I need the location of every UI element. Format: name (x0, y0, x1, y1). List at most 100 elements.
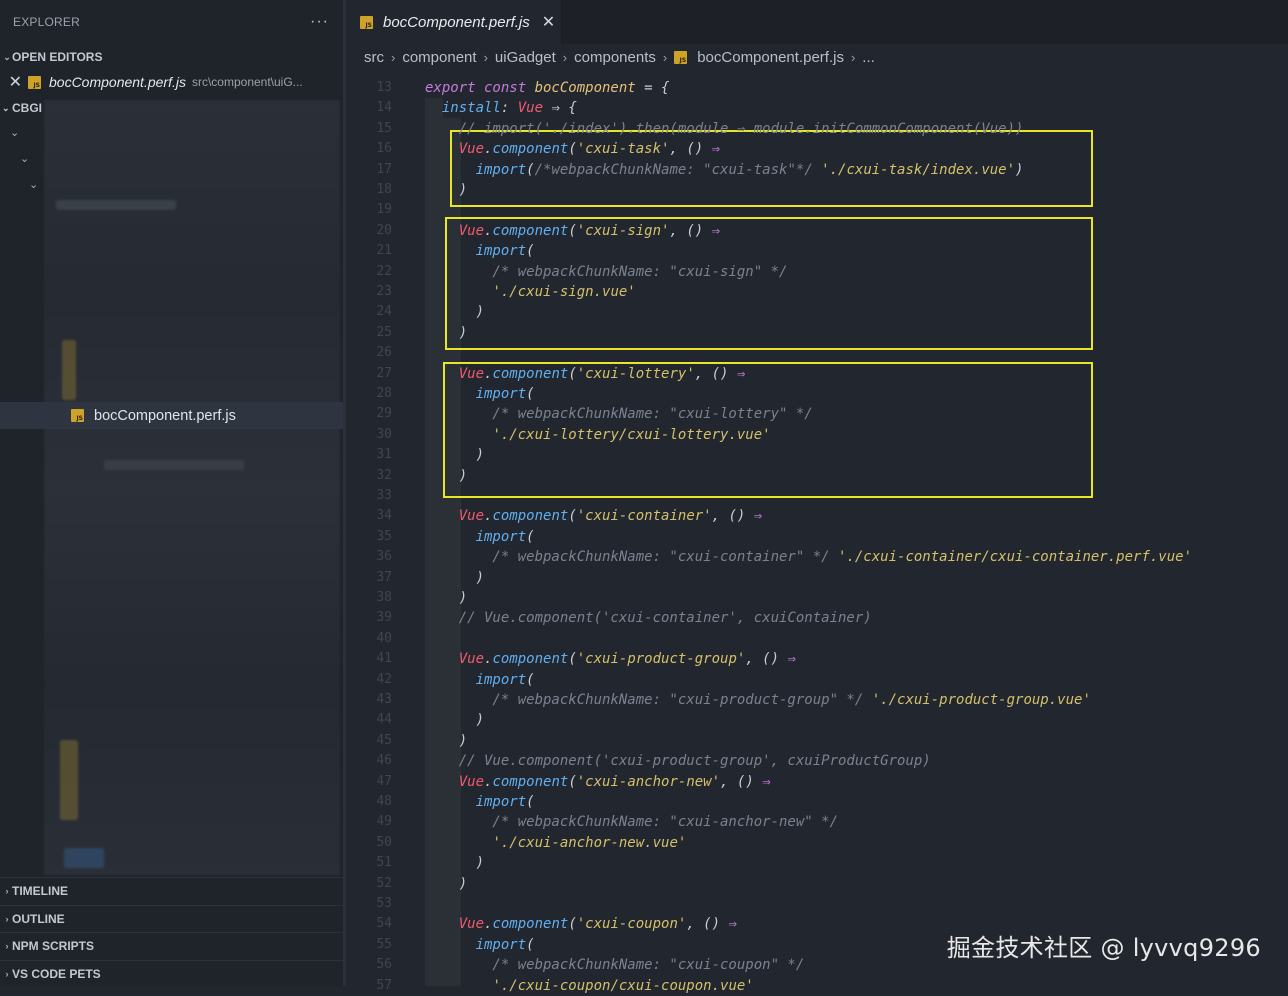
code-line[interactable]: 43 /* webpackChunkName: "cxui-product-gr… (346, 690, 1288, 710)
breadcrumb-item[interactable]: ... (862, 49, 875, 66)
code-line[interactable]: 25 ) (346, 323, 1288, 343)
breadcrumb-item[interactable]: components (574, 49, 656, 66)
breadcrumb-item[interactable]: uiGadget (495, 49, 556, 66)
npm-scripts-section[interactable]: › NPM SCRIPTS (0, 932, 343, 960)
code-line[interactable]: 40 (346, 629, 1288, 649)
code-token: install (441, 100, 501, 117)
code-line[interactable]: 14 install: Vue ⇒ { (346, 98, 1288, 118)
code-token: ⇒ { (543, 100, 577, 117)
code-line[interactable]: 20 Vue.component('cxui-sign', () ⇒ (346, 221, 1288, 241)
open-editors-section[interactable]: ⌄ OPEN EDITORS (0, 44, 343, 70)
code-line[interactable]: 26 (346, 343, 1288, 363)
code-line[interactable]: 27 Vue.component('cxui-lottery', () ⇒ (346, 364, 1288, 384)
chevron-down-icon[interactable]: ⌄ (20, 152, 29, 165)
code-line[interactable]: 44 ) (346, 710, 1288, 730)
explorer-title: EXPLORER (13, 15, 80, 29)
code-line[interactable]: 51 ) (346, 853, 1288, 873)
line-number: 47 (376, 773, 392, 789)
code-editor[interactable]: 13 export const bocComponent = {14 instal… (346, 78, 1288, 994)
code-line[interactable]: 19 (346, 200, 1288, 220)
code-line[interactable]: 33 (346, 486, 1288, 506)
code-line[interactable]: 53 (346, 894, 1288, 914)
code-token: ( (526, 936, 535, 953)
code-line[interactable]: 42 import( (346, 670, 1288, 690)
selected-file-item[interactable]: JS bocComponent.perf.js (0, 402, 343, 429)
code-token: /* webpackChunkName: "cxui-anchor-new" *… (425, 814, 839, 831)
code-line[interactable]: 31 ) (346, 445, 1288, 465)
code-token: ) (425, 569, 485, 586)
code-line[interactable]: 15 // import('./index').then(module ⇒ mo… (346, 119, 1288, 139)
code-line[interactable]: 39 // Vue.component('cxui-container', cx… (346, 608, 1288, 628)
chevron-down-icon[interactable]: ⌄ (29, 178, 38, 191)
code-text: ) (425, 731, 467, 751)
breadcrumb-item[interactable]: src (364, 49, 384, 66)
code-line[interactable]: 18 ) (346, 180, 1288, 200)
code-line[interactable]: 17 import(/*webpackChunkName: "cxui-task… (346, 160, 1288, 180)
code-line[interactable]: 48 import( (346, 792, 1288, 812)
code-token: ( (526, 386, 535, 402)
code-line[interactable]: 35 import( (346, 527, 1288, 547)
code-line[interactable]: 13 export const bocComponent = { (346, 78, 1288, 98)
code-line[interactable]: 21 import( (346, 241, 1288, 261)
breadcrumb: src › component › uiGadget › components … (346, 44, 1288, 70)
code-token: ( (568, 651, 577, 668)
code-token: ) (425, 875, 468, 892)
code-token: import (475, 671, 527, 688)
code-line[interactable]: 47 Vue.component('cxui-anchor-new', () ⇒ (346, 772, 1288, 792)
code-line[interactable]: 29 /* webpackChunkName: "cxui-lottery" *… (346, 404, 1288, 424)
close-icon[interactable]: ✕ (0, 72, 22, 92)
code-line[interactable]: 34 Vue.component('cxui-container', () ⇒ (346, 506, 1288, 526)
code-line[interactable]: 50 './cxui-anchor-new.vue' (346, 833, 1288, 853)
more-actions-icon[interactable]: ··· (310, 13, 329, 31)
breadcrumb-item[interactable]: bocComponent.perf.js (697, 49, 844, 66)
workspace-section[interactable]: ⌄ CBGI (0, 96, 42, 120)
outline-section[interactable]: › OUTLINE (0, 904, 343, 933)
code-line[interactable]: 23 './cxui-sign.vue' (346, 282, 1288, 302)
code-line[interactable]: 37 ) (346, 568, 1288, 588)
code-line[interactable]: 24 ) (346, 302, 1288, 322)
line-number: 16 (376, 141, 392, 157)
code-line[interactable]: 22 /* webpackChunkName: "cxui-sign" */ (346, 262, 1288, 282)
tab-bar: JS bocComponent.perf.js ✕ (346, 0, 1288, 44)
code-line[interactable]: 49 /* webpackChunkName: "cxui-anchor-new… (346, 812, 1288, 832)
code-token: component (492, 916, 569, 933)
open-editor-item[interactable]: ✕ JS bocComponent.perf.js src\component\… (0, 70, 343, 94)
timeline-section[interactable]: › TIMELINE (0, 877, 343, 905)
code-token: ) (425, 855, 485, 872)
code-token: export const (425, 80, 535, 96)
close-icon[interactable]: ✕ (542, 12, 555, 32)
code-text: // Vue.component('cxui-container', cxuiC… (425, 608, 872, 628)
code-line[interactable]: 30 './cxui-lottery/cxui-lottery.vue' (346, 425, 1288, 445)
code-token: ( (526, 161, 535, 178)
blurred-region (64, 848, 104, 868)
code-token: Vue (458, 508, 485, 525)
code-line[interactable]: 41 Vue.component('cxui-product-group', (… (346, 649, 1288, 669)
code-text: ) (425, 180, 467, 200)
code-line[interactable]: 32 ) (346, 466, 1288, 486)
code-line[interactable]: 36 /* webpackChunkName: "cxui-container"… (346, 547, 1288, 567)
chevron-down-icon[interactable]: ⌄ (10, 126, 19, 139)
code-token: , () (669, 222, 712, 239)
breadcrumb-item[interactable]: component (402, 49, 476, 66)
code-token: , () (686, 916, 729, 933)
code-token: 'cxui-container' (576, 508, 712, 525)
open-editors-label: OPEN EDITORS (12, 50, 103, 64)
code-line[interactable]: 28 import( (346, 384, 1288, 404)
code-token: ) (425, 590, 468, 606)
code-token: component (492, 222, 569, 239)
line-number: 27 (376, 365, 392, 381)
code-text: Vue.component('cxui-coupon', () ⇒ (425, 914, 737, 934)
vscode-pets-section[interactable]: › VS CODE PETS (0, 959, 343, 988)
code-text: import(/*webpackChunkName: "cxui-task"*/… (425, 160, 1024, 180)
code-line[interactable]: 45 ) (346, 731, 1288, 751)
tab-bocComponent[interactable]: JS bocComponent.perf.js ✕ (346, 0, 562, 44)
code-text: // Vue.component('cxui-product-group', c… (425, 751, 931, 771)
code-line[interactable]: 38 ) (346, 588, 1288, 608)
code-line[interactable]: 16 Vue.component('cxui-task', () ⇒ (346, 139, 1288, 159)
code-line[interactable]: 52 ) (346, 874, 1288, 894)
code-line[interactable]: 46 // Vue.component('cxui-product-group'… (346, 751, 1288, 771)
